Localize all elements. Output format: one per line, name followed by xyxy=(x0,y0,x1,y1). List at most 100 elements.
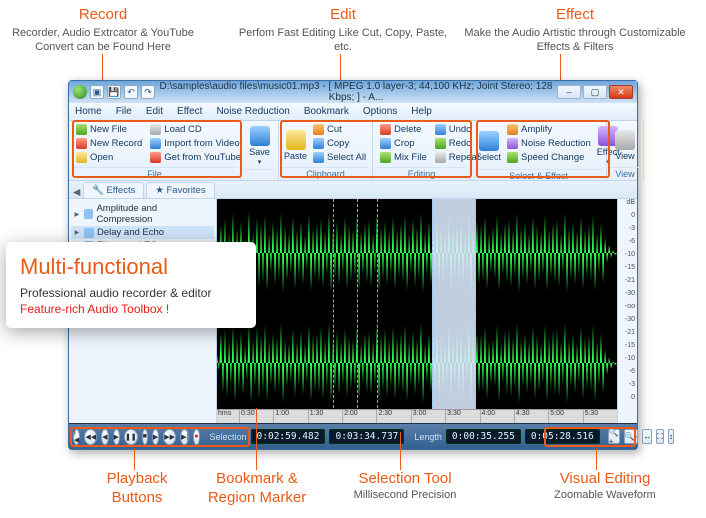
annot-bookmark: Bookmark & Region Marker xyxy=(192,470,322,508)
ribbon-group-view: View View xyxy=(607,121,644,180)
repeat-icon xyxy=(435,152,446,163)
qat-save-icon[interactable]: 💾 xyxy=(107,85,121,99)
save-icon xyxy=(250,126,270,146)
titlebar: ▣ 💾 ↶ ↷ D:\samples\audio files\music01.m… xyxy=(69,81,637,103)
cmd-open[interactable]: Open xyxy=(73,151,145,164)
qat-redo-icon[interactable]: ↷ xyxy=(141,85,155,99)
maximize-button[interactable]: ▢ xyxy=(583,85,607,99)
zoom-in-button[interactable]: 🔍+ xyxy=(608,429,620,444)
selection-region[interactable] xyxy=(432,199,476,423)
play-end-button[interactable]: ▶| xyxy=(180,429,189,445)
forward-button[interactable]: ▶▶ xyxy=(163,429,176,445)
rewind-button[interactable]: ◀◀ xyxy=(84,429,97,445)
qat-undo-icon[interactable]: ↶ xyxy=(124,85,138,99)
menu-noise-reduction[interactable]: Noise Reduction xyxy=(216,106,289,117)
paste-button[interactable]: Paste xyxy=(283,123,308,167)
promo-card: Multi-functional Professional audio reco… xyxy=(6,242,256,328)
play-button[interactable]: ▶ xyxy=(113,429,120,445)
selection-label: Selection xyxy=(210,432,247,442)
selection-end: 0:03:34.737 xyxy=(329,429,404,444)
amplify-icon xyxy=(507,124,518,135)
annot-record: Record Recorder, Audio Extrcator & YouTu… xyxy=(8,6,198,54)
status-bar: |◀ ◀◀ ◀ ▶ ❚❚ ■ ▶ ▶▶ ▶| ● Selection 0:02:… xyxy=(69,423,637,449)
menu-bookmark[interactable]: Bookmark xyxy=(304,106,349,117)
menu-edit[interactable]: Edit xyxy=(146,106,163,117)
ribbon-group-clipboard: Paste CutCopySelect All Clipboard xyxy=(279,121,373,180)
cmd-noise-reduction[interactable]: Noise Reduction xyxy=(504,137,594,150)
cmd-new-file[interactable]: New File xyxy=(73,123,145,136)
region-marker[interactable] xyxy=(333,199,334,423)
promo-line2: Feature-rich Audio Toolbox ! xyxy=(20,302,242,316)
select-button[interactable]: Select xyxy=(475,123,502,169)
bookmark-marker[interactable] xyxy=(377,199,378,423)
play-start-button[interactable]: |◀ xyxy=(73,429,80,445)
tab-favorites[interactable]: ★ Favorites xyxy=(146,182,214,198)
zoom-vert-button[interactable]: ↕ xyxy=(668,429,674,444)
cmd-select-all[interactable]: Select All xyxy=(310,151,369,164)
menu-options[interactable]: Options xyxy=(363,106,397,117)
menu-help[interactable]: Help xyxy=(411,106,432,117)
annot-playback: Playback Buttons xyxy=(82,470,192,508)
db-axis: dB0-3-6-10-15-21-30-oo-30-21-15-10-6-30 xyxy=(617,199,637,423)
get-from-youtube-icon xyxy=(150,152,161,163)
next-button[interactable]: ▶ xyxy=(152,429,159,445)
new-file-icon xyxy=(76,124,87,135)
delete-icon xyxy=(380,124,391,135)
cmd-get-from-youtube[interactable]: Get from YouTube xyxy=(147,151,244,164)
cmd-delete[interactable]: Delete xyxy=(377,123,430,136)
ribbon-group-file: New FileNew RecordOpen Load CDImport fro… xyxy=(69,121,241,180)
cmd-mix-file[interactable]: Mix File xyxy=(377,151,430,164)
cmd-amplify[interactable]: Amplify xyxy=(504,123,594,136)
save-button[interactable]: Save▾ xyxy=(245,123,274,169)
cmd-import-from-video[interactable]: Import from Video xyxy=(147,137,244,150)
ribbon-group-select-effect: Select AmplifyNoise ReductionSpeed Chang… xyxy=(471,121,607,180)
folder-icon xyxy=(84,228,94,238)
import-from-video-icon xyxy=(150,138,161,149)
tree-amplitude-and-compression[interactable]: ▸Amplitude and Compression xyxy=(71,202,214,226)
region-marker[interactable] xyxy=(357,199,358,423)
prev-button[interactable]: ◀ xyxy=(101,429,108,445)
total-value: 0:05:28.516 xyxy=(525,429,600,444)
copy-icon xyxy=(313,138,324,149)
ribbon: New FileNew RecordOpen Load CDImport fro… xyxy=(69,121,637,181)
qat-open-icon[interactable]: ▣ xyxy=(90,85,104,99)
tree-delay-and-echo[interactable]: ▸Delay and Echo xyxy=(71,226,214,239)
cmd-crop[interactable]: Crop xyxy=(377,137,430,150)
paste-icon xyxy=(286,130,306,150)
cmd-cut[interactable]: Cut xyxy=(310,123,369,136)
select-all-icon xyxy=(313,152,324,163)
annot-visual: Visual Editing Zoomable Waveform xyxy=(530,470,680,503)
folder-icon xyxy=(84,209,94,219)
cut-icon xyxy=(313,124,324,135)
record-button[interactable]: ● xyxy=(193,429,199,445)
length-value: 0:00:35.255 xyxy=(446,429,521,444)
zoom-fit-button[interactable]: ⛶ xyxy=(656,429,664,444)
cmd-load-cd[interactable]: Load CD xyxy=(147,123,244,136)
menu-file[interactable]: File xyxy=(116,106,132,117)
minimize-button[interactable]: – xyxy=(557,85,581,99)
promo-heading: Multi-functional xyxy=(20,254,242,280)
menu-effect[interactable]: Effect xyxy=(177,106,202,117)
crop-icon xyxy=(380,138,391,149)
cmd-new-record[interactable]: New Record xyxy=(73,137,145,150)
load-cd-icon xyxy=(150,124,161,135)
time-ruler[interactable]: hms 0:301:001:302:002:303:003:304:004:30… xyxy=(217,409,617,423)
pause-button[interactable]: ❚❚ xyxy=(124,429,138,445)
view-button[interactable]: View xyxy=(611,123,639,167)
noise-reduction-icon xyxy=(507,138,518,149)
stop-button[interactable]: ■ xyxy=(142,429,148,445)
speed-change-icon xyxy=(507,152,518,163)
waveform-area[interactable]: hms 0:301:001:302:002:303:003:304:004:30… xyxy=(217,199,617,423)
annot-selection: Selection Tool Millisecond Precision xyxy=(330,470,480,503)
ribbon-group-editing: DeleteCropMix File UndoRedoRepeat Editin… xyxy=(373,121,471,180)
tab-effects[interactable]: 🔧 Effects xyxy=(83,182,144,198)
mix-file-icon xyxy=(380,152,391,163)
zoom-out-button[interactable]: 🔍- xyxy=(624,429,639,444)
cmd-speed-change[interactable]: Speed Change xyxy=(504,151,594,164)
menu-home[interactable]: Home xyxy=(75,106,102,117)
app-icon xyxy=(73,85,87,99)
close-button[interactable]: ✕ xyxy=(609,85,633,99)
open-icon xyxy=(76,152,87,163)
zoom-sel-button[interactable]: ↔ xyxy=(642,429,652,444)
cmd-copy[interactable]: Copy xyxy=(310,137,369,150)
